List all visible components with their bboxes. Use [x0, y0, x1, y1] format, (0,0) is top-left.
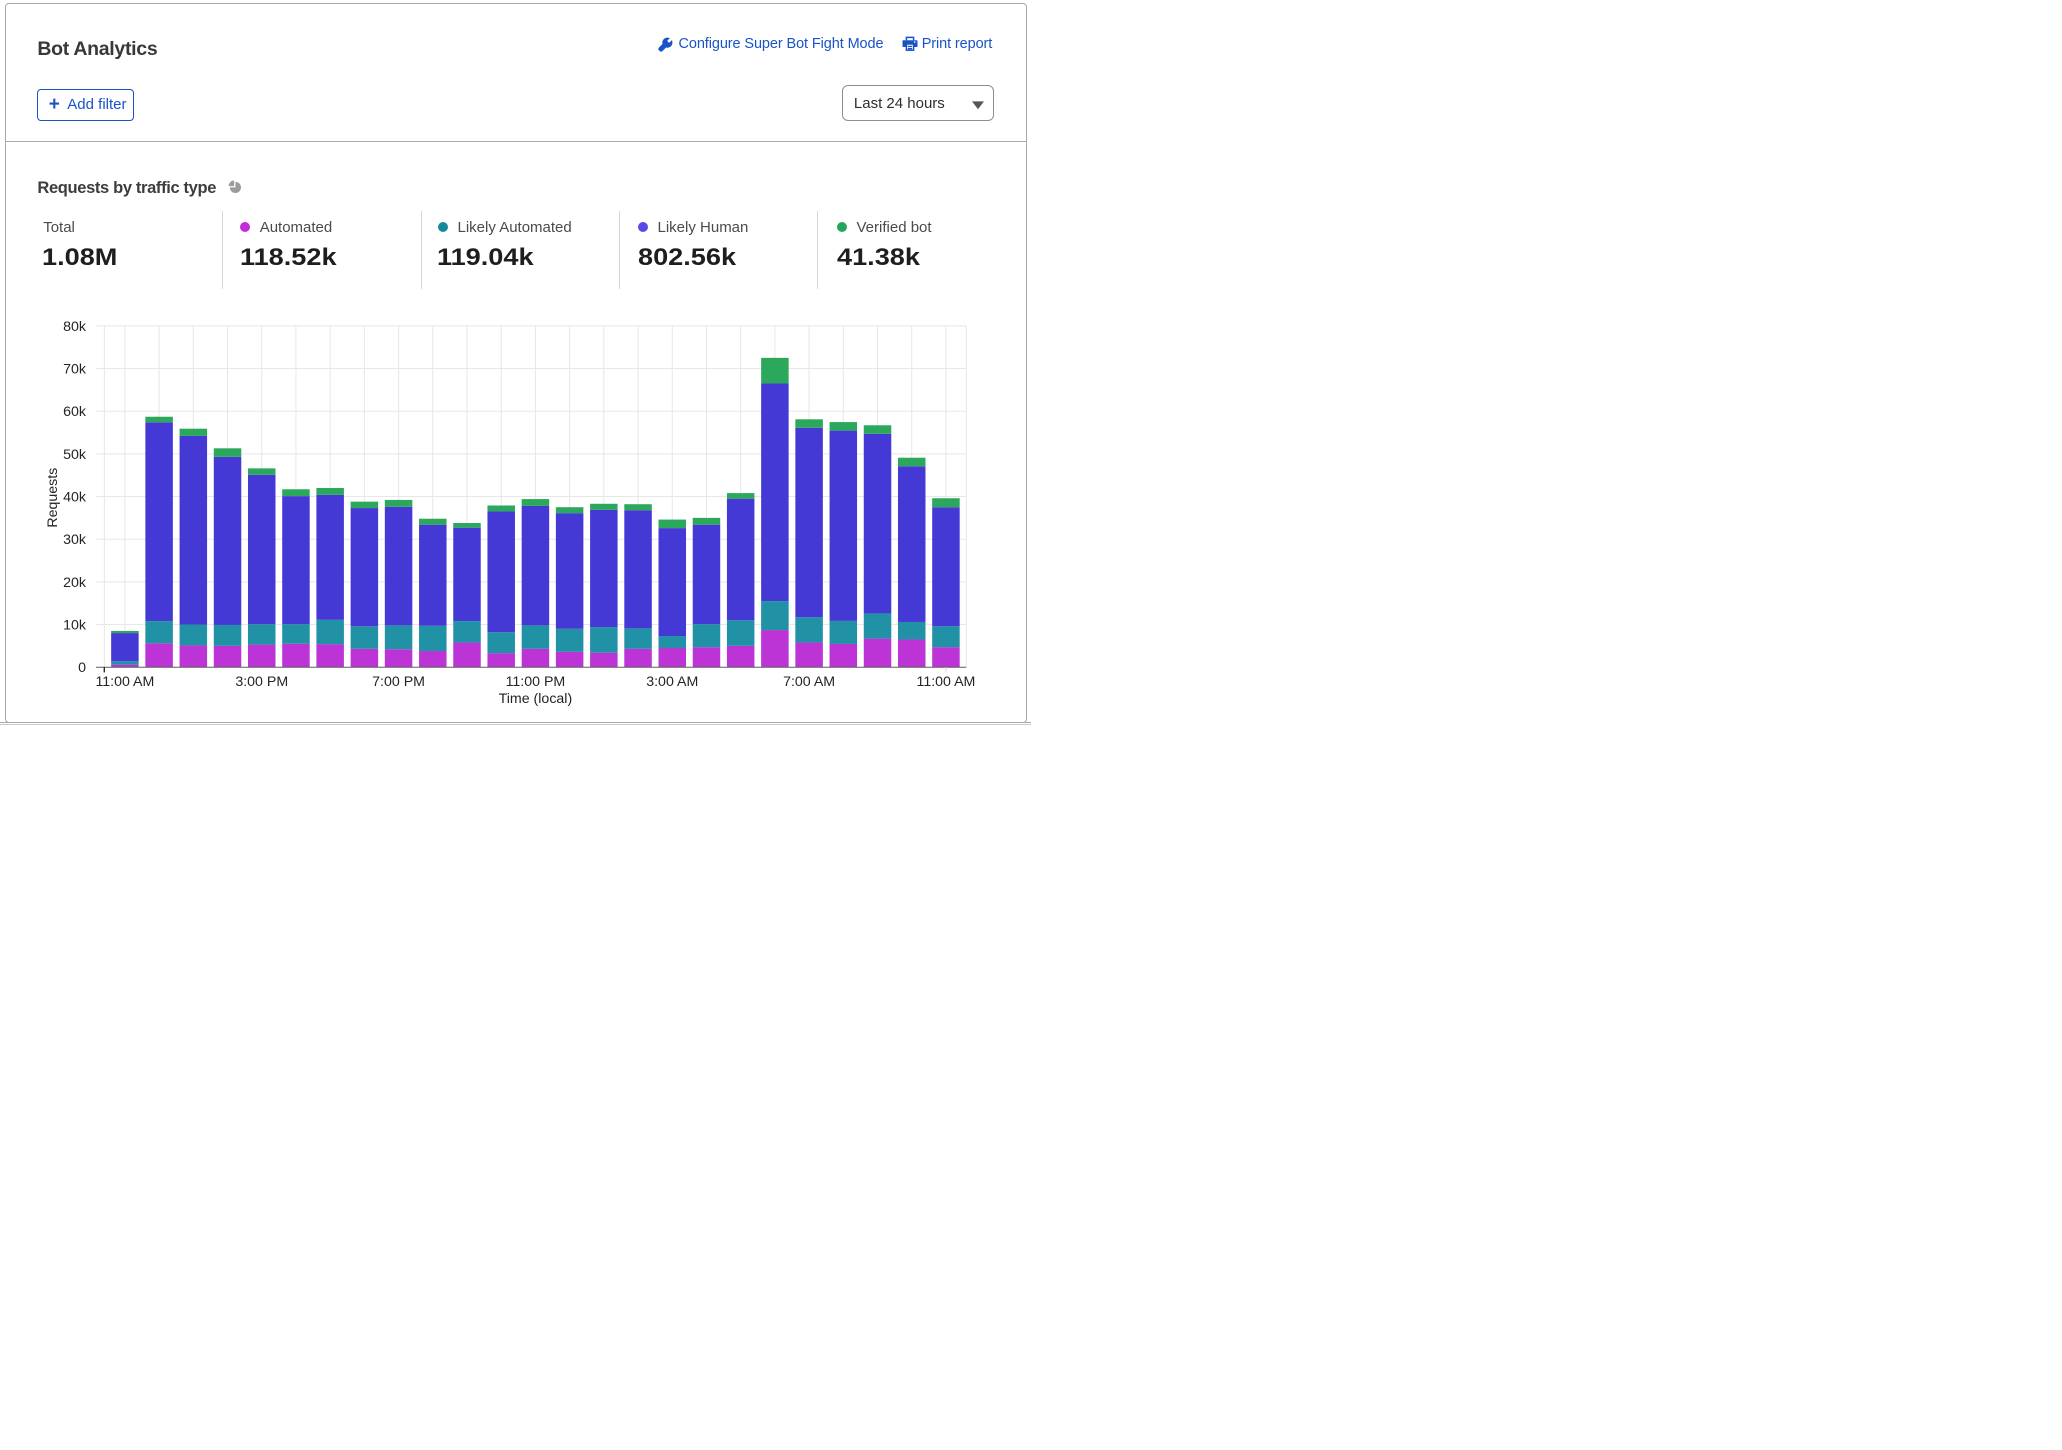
- svg-text:7:00 AM: 7:00 AM: [783, 674, 835, 690]
- svg-text:3:00 AM: 3:00 AM: [646, 674, 698, 690]
- svg-text:70k: 70k: [63, 361, 87, 377]
- svg-text:30k: 30k: [63, 532, 87, 548]
- svg-text:3:00 PM: 3:00 PM: [235, 674, 288, 690]
- svg-text:Requests: Requests: [45, 468, 61, 528]
- svg-text:40k: 40k: [63, 489, 87, 505]
- svg-text:0: 0: [78, 660, 86, 676]
- svg-text:10k: 10k: [63, 617, 87, 633]
- svg-text:50k: 50k: [63, 447, 87, 463]
- svg-text:60k: 60k: [63, 404, 87, 420]
- svg-text:Time (local): Time (local): [499, 691, 573, 707]
- svg-text:20k: 20k: [63, 575, 87, 591]
- svg-text:11:00 PM: 11:00 PM: [506, 674, 566, 690]
- svg-text:7:00 PM: 7:00 PM: [372, 674, 425, 690]
- svg-text:11:00 AM: 11:00 AM: [95, 674, 154, 690]
- svg-text:80k: 80k: [63, 319, 87, 335]
- svg-text:11:00 AM: 11:00 AM: [916, 674, 975, 690]
